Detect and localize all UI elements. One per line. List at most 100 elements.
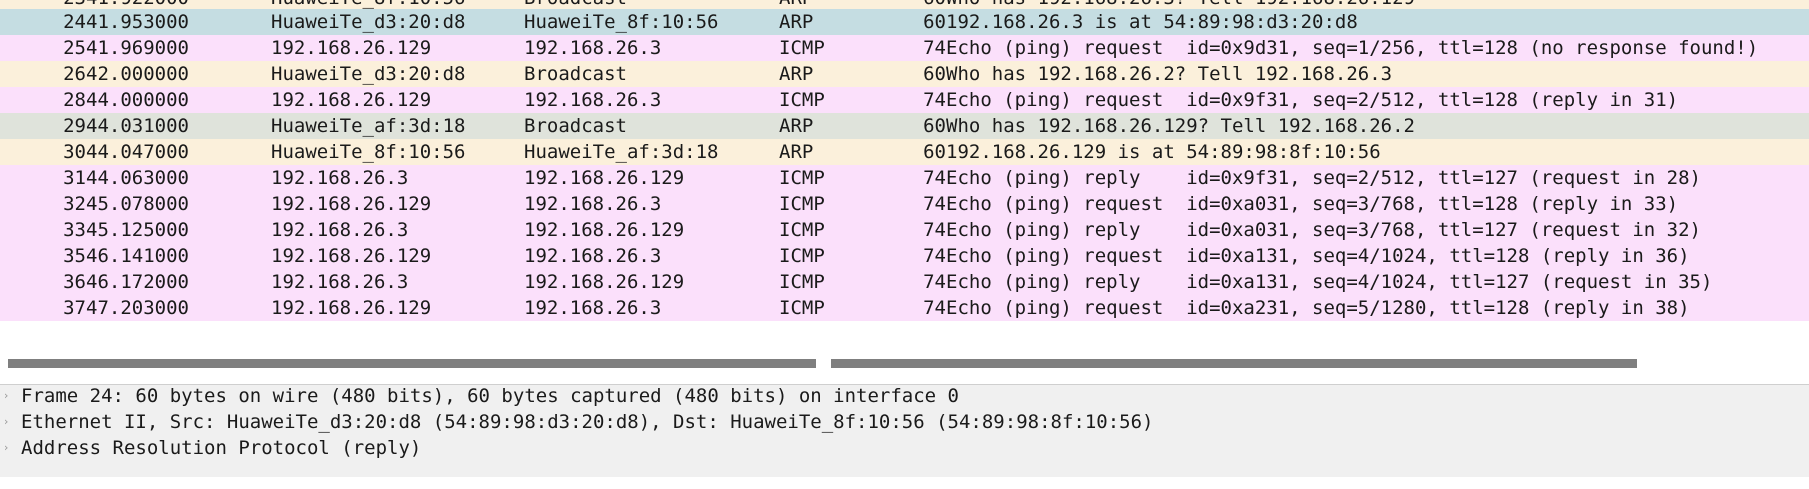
- packet-length: 74: [923, 219, 946, 241]
- packet-protocol: ICMP: [779, 245, 825, 267]
- packet-info: Echo (ping) reply id=0xa031, seq=3/768, …: [946, 219, 1701, 241]
- scrollbar-thumb-left[interactable]: [8, 359, 816, 368]
- packet-time: 41.953000: [86, 11, 189, 33]
- packet-protocol: ICMP: [779, 167, 825, 189]
- packet-info: Echo (ping) request id=0x9d31, seq=1/256…: [946, 37, 1759, 59]
- packet-source: 192.168.26.129: [271, 89, 432, 111]
- packet-number: 30: [63, 141, 86, 163]
- packet-time: 44.063000: [86, 167, 189, 189]
- packet-time: 41.969000: [86, 37, 189, 59]
- packet-protocol: ARP: [779, 115, 814, 137]
- packet-info: Echo (ping) request id=0xa231, seq=5/128…: [946, 297, 1690, 319]
- packet-length: 60: [923, 141, 946, 163]
- packet-time: 46.172000: [86, 271, 189, 293]
- packet-row[interactable]: 33 45.125000 192.168.26.3 192.168.26.129 ICM…: [0, 217, 1809, 243]
- packet-number: 29: [63, 115, 86, 137]
- packet-number: 37: [63, 297, 86, 319]
- packet-info: Who has 192.168.26.2? Tell 192.168.26.3: [946, 63, 1393, 85]
- packet-info: 192.168.26.129 is at 54:89:98:8f:10:56: [946, 141, 1381, 163]
- packet-number: 28: [63, 89, 86, 111]
- detail-item-label: Address Resolution Protocol (reply): [21, 437, 422, 459]
- packet-row[interactable]: 26 42.000000 HuaweiTe_d3:20:d8 Broadcast ARP…: [0, 61, 1809, 87]
- packet-length: 74: [923, 193, 946, 215]
- packet-protocol: ICMP: [779, 271, 825, 293]
- packet-destination: 192.168.26.3: [524, 297, 662, 319]
- packet-length: 74: [923, 37, 946, 59]
- packet-time: 46.141000: [86, 245, 189, 267]
- detail-tree-item[interactable]: › Address Resolution Protocol (reply): [0, 433, 1809, 463]
- packet-source: 192.168.26.129: [271, 193, 432, 215]
- packet-length: 74: [923, 167, 946, 189]
- packet-number: 36: [63, 271, 86, 293]
- packet-source: HuaweiTe_af:3d:18: [271, 115, 466, 137]
- packet-time: 44.031000: [86, 115, 189, 137]
- packet-protocol: ARP: [779, 141, 814, 163]
- packet-info: Echo (ping) reply id=0xa131, seq=4/1024,…: [946, 271, 1713, 293]
- packet-length: 74: [923, 297, 946, 319]
- packet-protocol: ICMP: [779, 37, 825, 59]
- expand-arrow-icon[interactable]: ›: [1, 433, 11, 463]
- packet-destination: 192.168.26.129: [524, 167, 685, 189]
- packet-number: 35: [63, 245, 86, 267]
- packet-row[interactable]: 37 47.203000 192.168.26.129 192.168.26.3 ICM…: [0, 295, 1809, 321]
- packet-destination: HuaweiTe_af:3d:18: [524, 141, 719, 163]
- packet-protocol: ICMP: [779, 297, 825, 319]
- packet-source: 192.168.26.129: [271, 297, 432, 319]
- packet-row[interactable]: 36 46.172000 192.168.26.3 192.168.26.129 ICM…: [0, 269, 1809, 295]
- scrollbar-thumb-right[interactable]: [831, 359, 1637, 368]
- packet-list[interactable]: 2341.922000HuaweiTe_8f:10:56BroadcastARP…: [0, 0, 1809, 350]
- packet-destination: 192.168.26.3: [524, 37, 662, 59]
- packet-protocol: ICMP: [779, 219, 825, 241]
- packet-destination: 192.168.26.3: [524, 89, 662, 111]
- packet-row[interactable]: 30 44.047000 HuaweiTe_8f:10:56 HuaweiTe_af:…: [0, 139, 1809, 165]
- packet-protocol: ICMP: [779, 193, 825, 215]
- packet-info: 192.168.26.3 is at 54:89:98:d3:20:d8: [946, 11, 1358, 33]
- packet-row[interactable]: 35 46.141000 192.168.26.129 192.168.26.3 ICM…: [0, 243, 1809, 269]
- packet-length: 74: [923, 271, 946, 293]
- packet-source: 192.168.26.3: [271, 271, 409, 293]
- packet-time: 47.203000: [86, 297, 189, 319]
- packet-destination: 192.168.26.3: [524, 193, 662, 215]
- packet-destination: Broadcast: [524, 115, 627, 137]
- packet-length: 60: [923, 63, 946, 85]
- packet-source: HuaweiTe_d3:20:d8: [271, 63, 466, 85]
- packet-source: HuaweiTe_8f:10:56: [271, 141, 466, 163]
- packet-protocol: ARP: [779, 63, 814, 85]
- packet-number: 32: [63, 193, 86, 215]
- packet-info: Echo (ping) request id=0xa131, seq=4/102…: [946, 245, 1690, 267]
- packet-destination: 192.168.26.129: [524, 219, 685, 241]
- packet-number: 31: [63, 167, 86, 189]
- packet-destination: 192.168.26.129: [524, 271, 685, 293]
- packet-source: 192.168.26.3: [271, 167, 409, 189]
- packet-row[interactable]: 32 45.078000 192.168.26.129 192.168.26.3 ICM…: [0, 191, 1809, 217]
- packet-time: 44.000000: [86, 89, 189, 111]
- packet-time: 45.125000: [86, 219, 189, 241]
- horizontal-scrollbar[interactable]: [0, 350, 1809, 376]
- packet-info: Echo (ping) request id=0xa031, seq=3/768…: [946, 193, 1679, 215]
- packet-number: 33: [63, 219, 86, 241]
- packet-length: 60: [923, 115, 946, 137]
- packet-protocol: ICMP: [779, 89, 825, 111]
- packet-info: Who has 192.168.26.129? Tell 192.168.26.…: [946, 115, 1415, 137]
- packet-info: Echo (ping) reply id=0x9f31, seq=2/512, …: [946, 167, 1701, 189]
- packet-row-selected[interactable]: 24 41.953000 HuaweiTe_d3:20:d8 HuaweiTe_8f:…: [0, 9, 1809, 35]
- packet-details-pane: › Frame 24: 60 bytes on wire (480 bits), …: [0, 385, 1809, 489]
- packet-time: 45.078000: [86, 193, 189, 215]
- packet-destination: Broadcast: [524, 63, 627, 85]
- packet-time: 44.047000: [86, 141, 189, 163]
- packet-row[interactable]: 28 44.000000 192.168.26.129 192.168.26.3 ICM…: [0, 87, 1809, 113]
- packet-protocol: ARP: [779, 11, 814, 33]
- packet-number: 24: [63, 11, 86, 33]
- packet-row[interactable]: 31 44.063000 192.168.26.3 192.168.26.129 ICM…: [0, 165, 1809, 191]
- packet-source: HuaweiTe_d3:20:d8: [271, 11, 466, 33]
- packet-row[interactable]: 25 41.969000 192.168.26.129 192.168.26.3 ICM…: [0, 35, 1809, 61]
- packet-source: 192.168.26.129: [271, 245, 432, 267]
- packet-info: Echo (ping) request id=0x9f31, seq=2/512…: [946, 89, 1679, 111]
- packet-number: 25: [63, 37, 86, 59]
- packet-destination: HuaweiTe_8f:10:56: [524, 11, 719, 33]
- packet-length: 74: [923, 245, 946, 267]
- packet-number: 26: [63, 63, 86, 85]
- packet-length: 74: [923, 89, 946, 111]
- packet-time: 42.000000: [86, 63, 189, 85]
- packet-row[interactable]: 29 44.031000 HuaweiTe_af:3d:18 Broadcast ARP…: [0, 113, 1809, 139]
